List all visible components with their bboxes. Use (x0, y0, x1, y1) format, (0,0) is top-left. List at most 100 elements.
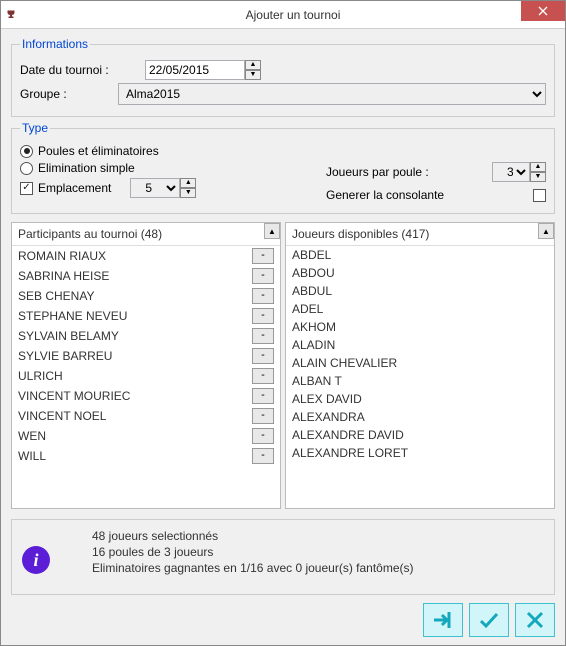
check-icon (533, 189, 546, 202)
remove-button[interactable]: - (252, 268, 274, 284)
available-name: ABDEL (292, 248, 548, 262)
participant-name: ROMAIN RIAUX (18, 249, 248, 263)
list-item[interactable]: SABRINA HEISE- (12, 266, 280, 286)
emplacement-spin-down[interactable]: ▼ (180, 188, 196, 198)
available-list[interactable]: ABDEL ABDOU ABDUL ADEL AKHOM ALADIN ALAIN CHEV… (286, 246, 554, 508)
remove-button[interactable]: - (252, 348, 274, 364)
radio-single-label: Elimination simple (38, 161, 135, 175)
remove-button[interactable]: - (252, 448, 274, 464)
available-name: ADEL (292, 302, 548, 316)
players-per-pool-value[interactable]: 3 (492, 162, 530, 182)
list-item[interactable]: STEPHANE NEVEU- (12, 306, 280, 326)
emplacement-value[interactable]: 5 (130, 178, 180, 198)
available-name: ALEXANDRE DAVID (292, 428, 548, 442)
titlebar: Ajouter un tournoi (1, 1, 565, 29)
list-item[interactable]: ALAIN CHEVALIER (286, 354, 554, 372)
list-item[interactable]: SEB CHENAY- (12, 286, 280, 306)
participant-name: SABRINA HEISE (18, 269, 248, 283)
participant-name: WILL (18, 449, 248, 463)
list-item[interactable]: SYLVIE BARREU- (12, 346, 280, 366)
list-item[interactable]: ALEX DAVID (286, 390, 554, 408)
radio-icon (20, 162, 33, 175)
list-item[interactable]: ROMAIN RIAUX- (12, 246, 280, 266)
radio-icon (20, 145, 33, 158)
list-item[interactable]: WEN- (12, 426, 280, 446)
available-name: ABDOU (292, 266, 548, 280)
remove-button[interactable]: - (252, 328, 274, 344)
list-item[interactable]: ALEXANDRA (286, 408, 554, 426)
date-spin-down[interactable]: ▼ (245, 70, 261, 80)
list-item[interactable]: SYLVAIN BELAMY- (12, 326, 280, 346)
participant-name: WEN (18, 429, 248, 443)
ok-button[interactable] (469, 603, 509, 637)
group-select[interactable]: Alma2015 (118, 83, 546, 105)
split-panels: ▲ Participants au tournoi (48) ROMAIN RI… (11, 222, 555, 509)
list-item[interactable]: WILL- (12, 446, 280, 466)
remove-button[interactable]: - (252, 428, 274, 444)
list-item[interactable]: ALADIN (286, 336, 554, 354)
list-item[interactable]: ALEXANDRE LORET (286, 444, 554, 462)
type-legend: Type (20, 121, 50, 135)
date-spin-up[interactable]: ▲ (245, 60, 261, 70)
remove-button[interactable]: - (252, 288, 274, 304)
info-line3: Eliminatoires gagnantes en 1/16 avec 0 j… (92, 560, 544, 576)
generate-consolation-check[interactable]: Generer la consolante (326, 188, 546, 202)
available-name: ALEXANDRA (292, 410, 548, 424)
list-item[interactable]: ALEXANDRE DAVID (286, 426, 554, 444)
available-name: ALEX DAVID (292, 392, 548, 406)
ppp-spin-down[interactable]: ▼ (530, 172, 546, 182)
info-icon: i (22, 546, 50, 574)
info-line2: 16 poules de 3 joueurs (92, 544, 544, 560)
participants-header: Participants au tournoi (48) (12, 223, 280, 246)
available-name: ALADIN (292, 338, 548, 352)
scroll-up-icon[interactable]: ▲ (538, 223, 554, 239)
list-item[interactable]: ULRICH- (12, 366, 280, 386)
generate-consolation-label: Generer la consolante (326, 188, 528, 202)
radio-pools-label: Poules et éliminatoires (38, 144, 159, 158)
list-item[interactable]: ALBAN T (286, 372, 554, 390)
emplacement-label: Emplacement (38, 181, 111, 195)
list-item[interactable]: VINCENT NOEL- (12, 406, 280, 426)
available-name: AKHOM (292, 320, 548, 334)
button-bar (11, 599, 555, 637)
players-per-pool-label: Joueurs par poule : (326, 165, 488, 179)
radio-pools[interactable]: Poules et éliminatoires (20, 144, 326, 158)
list-item[interactable]: VINCENT MOURIEC- (12, 386, 280, 406)
participant-name: SYLVIE BARREU (18, 349, 248, 363)
informations-group: Informations Date du tournoi : ▲ ▼ Group… (11, 37, 555, 117)
close-button[interactable] (521, 1, 565, 21)
cancel-button[interactable] (515, 603, 555, 637)
available-header: Joueurs disponibles (417) (286, 223, 554, 246)
list-item[interactable]: ABDOU (286, 264, 554, 282)
remove-button[interactable]: - (252, 408, 274, 424)
group-label: Groupe : (20, 87, 118, 101)
available-name: ALEXANDRE LORET (292, 446, 548, 460)
list-item[interactable]: AKHOM (286, 318, 554, 336)
date-label: Date du tournoi : (20, 63, 145, 77)
info-line1: 48 joueurs selectionnés (92, 528, 544, 544)
list-item[interactable]: ADEL (286, 300, 554, 318)
ppp-spin-up[interactable]: ▲ (530, 162, 546, 172)
participants-list[interactable]: ROMAIN RIAUX-SABRINA HEISE-SEB CHENAY-ST… (12, 246, 280, 508)
content-area: Informations Date du tournoi : ▲ ▼ Group… (1, 29, 565, 645)
remove-button[interactable]: - (252, 248, 274, 264)
date-input[interactable] (145, 60, 245, 80)
remove-button[interactable]: - (252, 368, 274, 384)
remove-button[interactable]: - (252, 308, 274, 324)
participants-panel: ▲ Participants au tournoi (48) ROMAIN RI… (11, 222, 281, 509)
remove-button[interactable]: - (252, 388, 274, 404)
available-panel: ▲ Joueurs disponibles (417) ABDELABDOUAB… (285, 222, 555, 509)
list-item[interactable]: ABDUL (286, 282, 554, 300)
radio-single[interactable]: Elimination simple (20, 161, 326, 175)
participant-name: VINCENT NOEL (18, 409, 248, 423)
scroll-up-icon[interactable]: ▲ (264, 223, 280, 239)
type-group: Type Poules et éliminatoires Elimination… (11, 121, 555, 214)
emplacement-spin-up[interactable]: ▲ (180, 178, 196, 188)
list-item[interactable]: ABDEL (286, 246, 554, 264)
import-button[interactable] (423, 603, 463, 637)
available-name: ALBAN T (292, 374, 548, 388)
info-box: i 48 joueurs selectionnés 16 poules de 3… (11, 519, 555, 595)
check-icon (20, 182, 33, 195)
window-title: Ajouter un tournoi (21, 8, 565, 22)
emplacement-check[interactable]: Emplacement 5 ▲ ▼ (20, 178, 326, 198)
